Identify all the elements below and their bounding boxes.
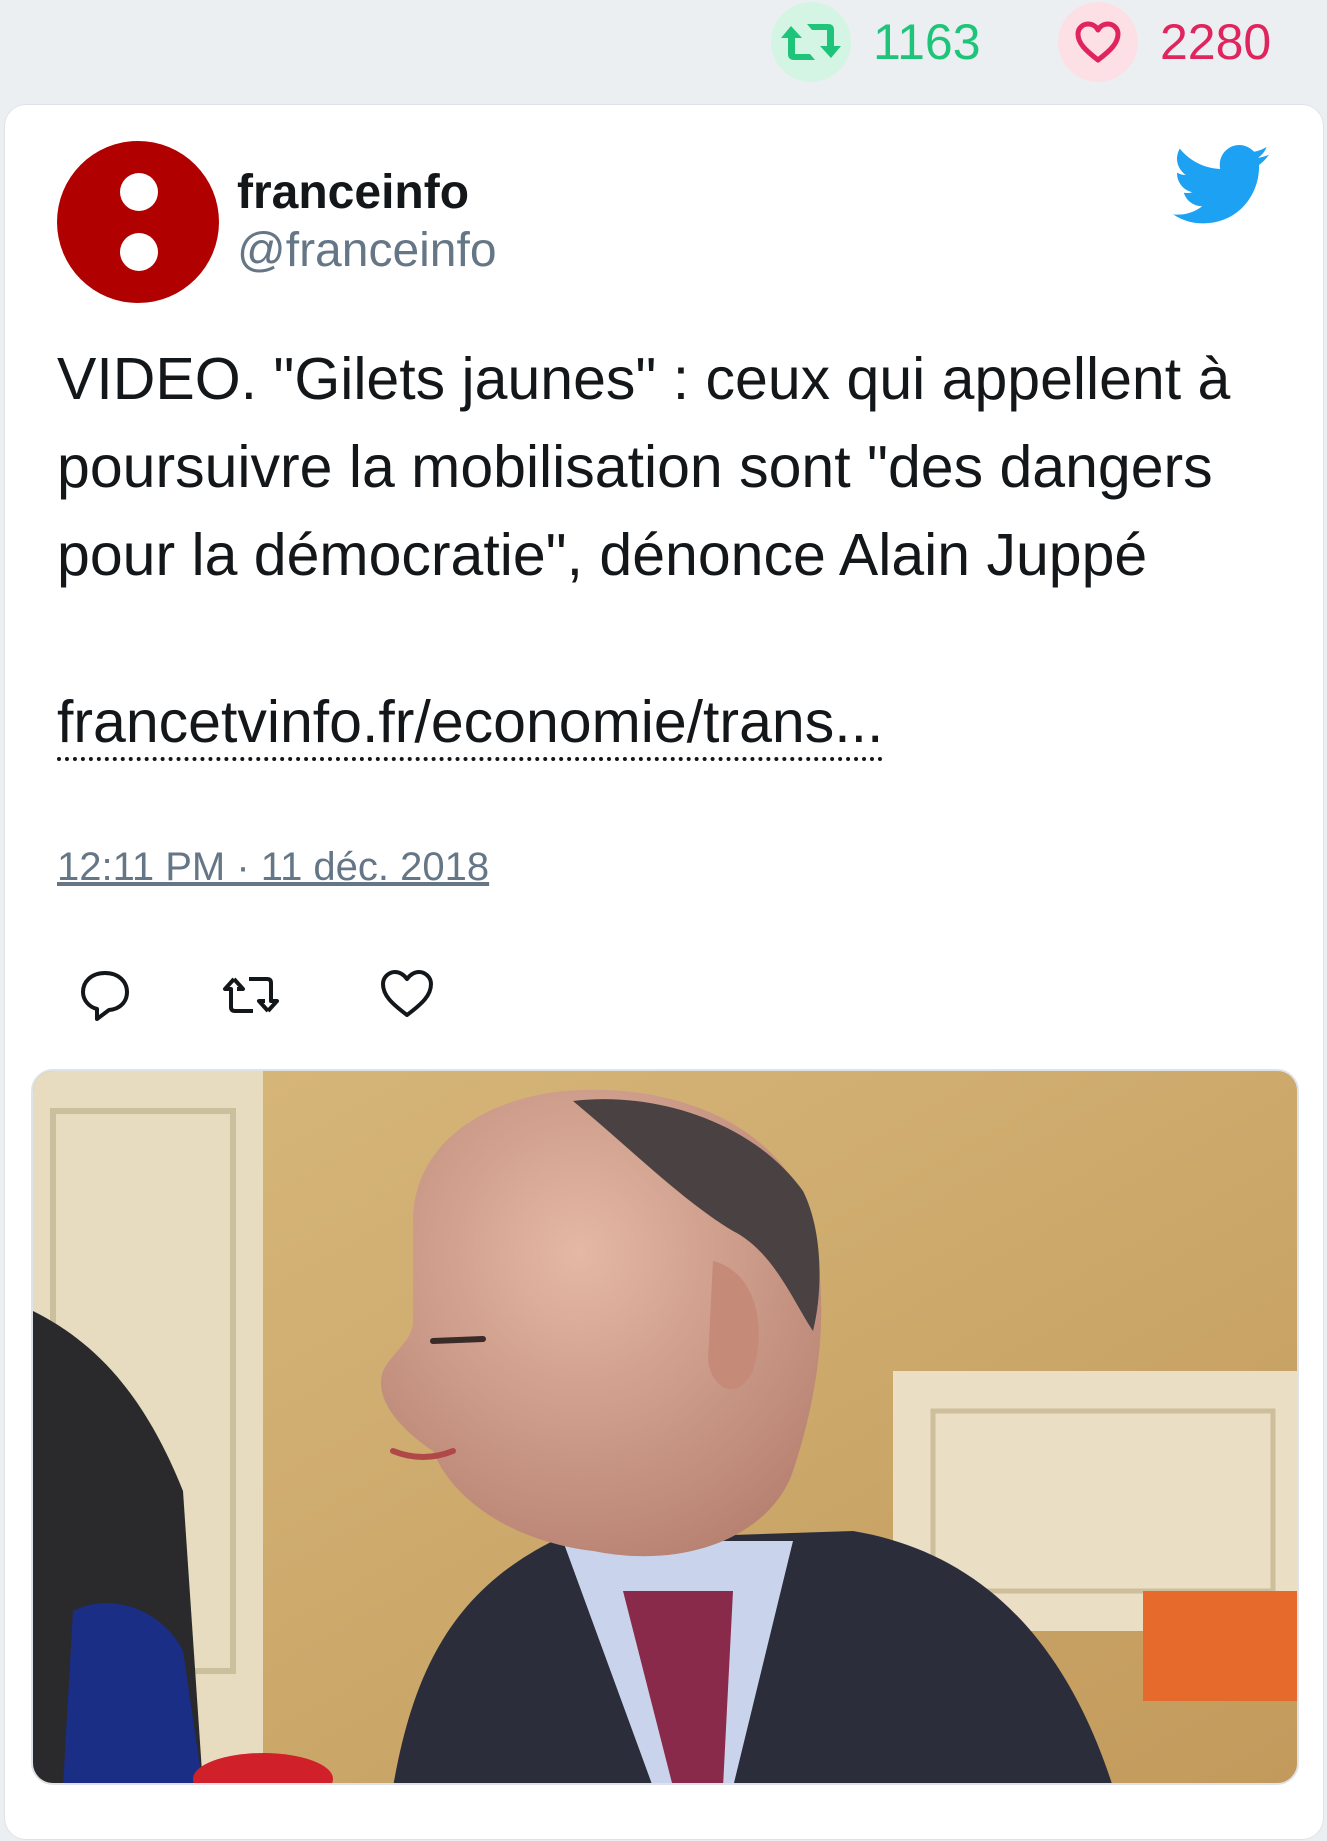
reply-icon[interactable] [75, 965, 135, 1025]
twitter-bird-icon[interactable] [1173, 145, 1269, 225]
avatar[interactable] [57, 141, 219, 303]
tweet-card[interactable]: franceinfo @franceinfo VIDEO. "Gilets ja… [4, 104, 1324, 1840]
like-count-value: 2280 [1160, 14, 1272, 70]
tweet-link[interactable]: francetvinfo.fr/economie/trans... [57, 687, 884, 761]
heart-icon [1058, 2, 1138, 82]
tweet-media-photo[interactable] [31, 1069, 1299, 1785]
tweet-timestamp[interactable]: 12:11 PM · 11 déc. 2018 [57, 845, 489, 890]
photo-content [33, 1071, 1297, 1783]
avatar-dot [120, 173, 158, 211]
author-handle[interactable]: @franceinfo [237, 223, 497, 278]
retweet-count-value: 1163 [873, 14, 981, 70]
author-name[interactable]: franceinfo [237, 165, 469, 220]
retweet-icon [771, 2, 851, 82]
stats-bar: 1163 2280 [0, 0, 1327, 100]
avatar-dot [120, 233, 158, 271]
retweet-count[interactable]: 1163 [771, 2, 981, 82]
retweet-icon[interactable] [221, 965, 281, 1025]
tweet-text: VIDEO. "Gilets jaunes" : ceux qui appell… [57, 346, 1231, 588]
like-count[interactable]: 2280 [1058, 2, 1271, 82]
heart-icon[interactable] [377, 965, 437, 1025]
